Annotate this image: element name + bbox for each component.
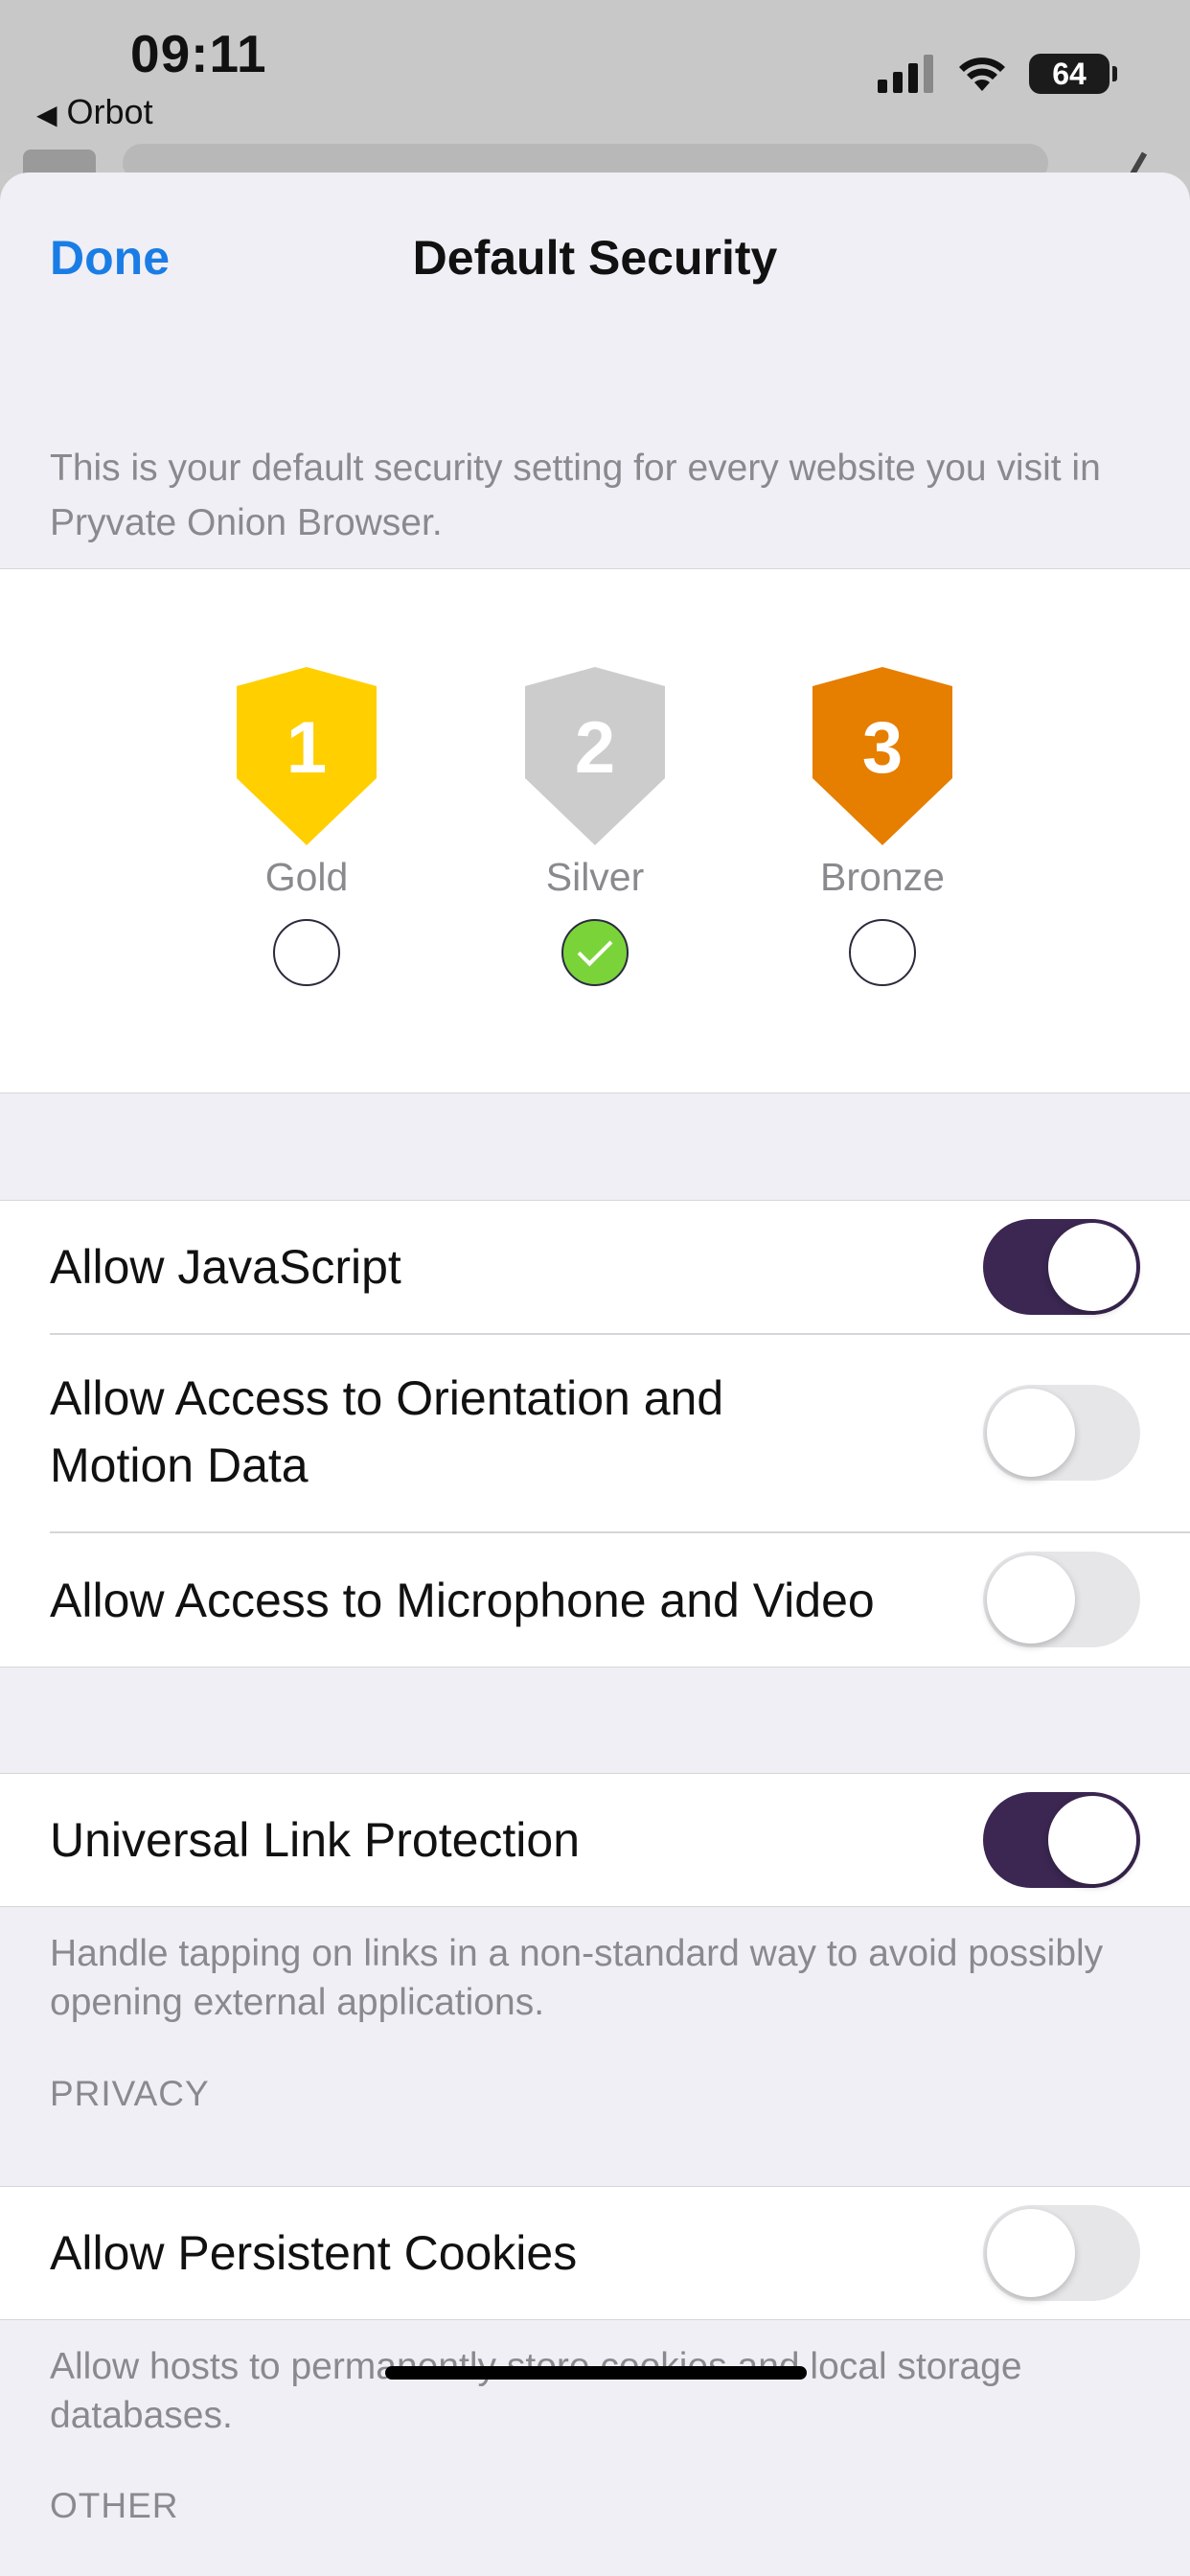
radio-bronze[interactable] xyxy=(849,919,916,986)
back-app-label: Orbot xyxy=(66,92,153,131)
universal-link-footer: Handle tapping on links in a non-standar… xyxy=(50,1933,1104,2023)
toggle-knob xyxy=(987,1389,1075,1477)
orientation-motion-toggle[interactable] xyxy=(983,1385,1140,1481)
bronze-shield-icon: 3 xyxy=(812,667,952,845)
battery-level: 64 xyxy=(1052,56,1087,91)
toggle-knob xyxy=(1048,1223,1136,1311)
security-level-bronze[interactable]: 3 Bronze xyxy=(777,665,988,986)
orientation-motion-label: Allow Access to Orientation and Motion D… xyxy=(50,1371,724,1492)
allow-javascript-toggle[interactable] xyxy=(983,1219,1140,1315)
bronze-level-number: 3 xyxy=(862,707,903,789)
universal-link-label: Universal Link Protection xyxy=(50,1813,581,1867)
silver-shield-icon: 2 xyxy=(525,667,665,845)
security-level-silver[interactable]: 2 Silver xyxy=(490,665,700,986)
radio-gold[interactable] xyxy=(273,919,340,986)
security-description: This is your default security setting fo… xyxy=(50,448,1101,543)
toggle-knob xyxy=(987,1555,1075,1644)
other-section-header: OTHER xyxy=(50,2486,179,2525)
wifi-icon xyxy=(959,58,1005,91)
toggle-knob xyxy=(987,2209,1075,2297)
row-allow-javascript: Allow JavaScript xyxy=(0,1201,1190,1333)
microphone-video-toggle[interactable] xyxy=(983,1552,1140,1647)
persistent-cookies-label: Allow Persistent Cookies xyxy=(50,2226,578,2280)
row-orientation-motion: Allow Access to Orientation and Motion D… xyxy=(0,1334,1190,1531)
status-time: 09:11 xyxy=(130,24,267,83)
page-title: Default Security xyxy=(412,231,778,285)
gold-level-number: 1 xyxy=(286,707,327,789)
row-microphone-video: Allow Access to Microphone and Video xyxy=(0,1532,1190,1667)
level-label-bronze: Bronze xyxy=(820,855,945,899)
allow-javascript-label: Allow JavaScript xyxy=(50,1240,401,1294)
back-triangle-icon: ◀ xyxy=(36,100,57,129)
privacy-group: Allow Persistent Cookies xyxy=(0,2186,1190,2320)
cellular-signal-icon xyxy=(878,55,933,93)
settings-sheet: Default Security Done This is your defau… xyxy=(0,172,1190,2576)
done-button[interactable]: Done xyxy=(50,230,170,286)
privacy-section-header: PRIVACY xyxy=(50,2074,210,2113)
toggle-knob xyxy=(1048,1796,1136,1884)
level-label-silver: Silver xyxy=(545,855,645,899)
persistent-cookies-footer: Allow hosts to permanently store cookies… xyxy=(50,2346,1022,2436)
universal-link-toggle[interactable] xyxy=(983,1792,1140,1888)
universal-link-group: Universal Link Protection xyxy=(0,1773,1190,1907)
security-level-gold[interactable]: 1 Gold xyxy=(201,665,412,986)
security-level-card: 1 Gold 2 Silver 3 Bronze xyxy=(0,568,1190,1093)
home-indicator[interactable] xyxy=(385,2366,807,2380)
persistent-cookies-toggle[interactable] xyxy=(983,2205,1140,2301)
radio-silver-checkmark-icon[interactable] xyxy=(561,919,629,986)
battery-icon: 64 xyxy=(1029,54,1117,94)
status-icons: 64 xyxy=(878,54,1117,94)
microphone-video-label: Allow Access to Microphone and Video xyxy=(50,1574,875,1627)
silver-level-number: 2 xyxy=(575,707,615,789)
level-label-gold: Gold xyxy=(264,855,349,899)
back-to-app-button[interactable]: ◀ Orbot xyxy=(36,92,153,132)
gold-shield-icon: 1 xyxy=(237,667,377,845)
permissions-group: Allow JavaScript Allow Access to Orienta… xyxy=(0,1200,1190,1668)
